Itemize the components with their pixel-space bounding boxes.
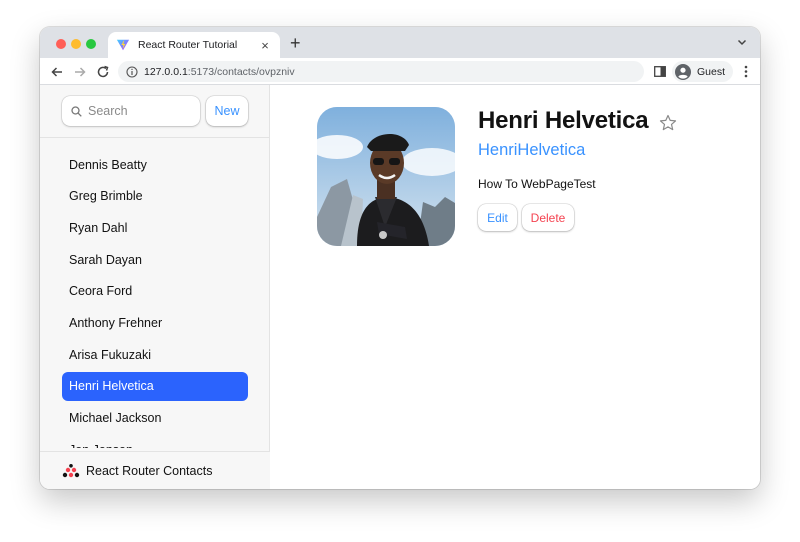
search-box[interactable] [62,96,200,126]
sidebar-footer: React Router Contacts [40,451,270,489]
profile-avatar-icon [675,63,691,80]
contact-avatar [317,107,455,246]
tab-strip: React Router Tutorial × + [40,27,760,58]
name-row: Henri Helvetica [478,107,677,135]
browser-tab[interactable]: React Router Tutorial × [108,32,280,58]
browser-window: React Router Tutorial × + 127.0.0.1:5173… [40,27,760,489]
delete-button[interactable]: Delete [522,204,574,231]
search-input[interactable] [88,104,188,118]
sidebar: New Dennis Beatty Greg BrimbleRyan Dahl Sa… [40,85,270,489]
kebab-menu-icon[interactable] [744,65,748,78]
maximize-window-button[interactable] [86,39,96,49]
url-path: :5173/contacts/ovpzniv [187,65,295,78]
contact-list-item[interactable]: Sarah Dayan [62,245,248,274]
minimize-window-button[interactable] [71,39,81,49]
contact-list-item[interactable]: Anthony Frehner [62,308,248,337]
url-text: 127.0.0.1:5173/contacts/ovpzniv [144,66,295,78]
close-tab-icon[interactable]: × [258,38,272,53]
info-icon[interactable] [126,65,138,78]
search-icon [71,105,82,117]
reload-icon[interactable] [95,64,111,80]
contact-list-item[interactable]: Ceora Ford [62,277,248,306]
contact-list-item[interactable]: Henri Helvetica [62,371,248,401]
chevron-down-icon[interactable] [736,36,748,48]
tab-title: React Router Tutorial [138,39,238,51]
sidebar-header: New [40,85,270,138]
new-tab-button[interactable]: + [290,33,301,54]
close-window-button[interactable] [56,39,66,49]
vite-icon [116,39,130,51]
star-icon[interactable] [659,114,677,132]
back-arrow-icon[interactable] [49,64,65,80]
profile-label: Guest [697,65,726,78]
contact-list-item[interactable]: Ryan Dahl [62,213,248,242]
forward-arrow-icon[interactable] [72,64,88,80]
contact-list-item[interactable]: Michael Jackson [62,404,248,433]
contact-list-item[interactable]: Jon Jensen [62,435,248,448]
contact-list-item[interactable]: Greg Brimble [62,182,248,211]
contact-list: Dennis Beatty Greg Brimble Ryan Dahl Sarah … [62,150,248,448]
side-panel-icon[interactable] [654,66,666,77]
address-bar[interactable]: 127.0.0.1:5173/contacts/ovpzniv [118,61,644,82]
browser-toolbar: 127.0.0.1:5173/contacts/ovpzniv Guest [40,58,760,85]
contact-notes: How To WebPageTest [478,177,596,191]
contact-detail: Henri Helvetica HenriHelvetica How To We… [270,85,760,489]
contact-list-item[interactable]: Dennis Beatty [62,150,248,179]
react-router-logo-icon[interactable] [62,463,80,478]
profile-button[interactable]: Guest [672,61,734,82]
avatar-photo [317,107,455,246]
app-page: New Dennis Beatty Greg BrimbleRyan Dahl Sa… [40,85,760,489]
contact-list-item[interactable]: Arisa Fukuzaki [62,340,248,369]
app-title: React Router Contacts [86,463,213,478]
twitter-link[interactable]: HenriHelvetica [478,141,585,160]
url-host: 127.0.0.1 [144,65,188,78]
contact-name: Henri Helvetica [478,107,649,134]
edit-button[interactable]: Edit [478,204,517,231]
new-contact-button[interactable]: New [206,96,248,126]
